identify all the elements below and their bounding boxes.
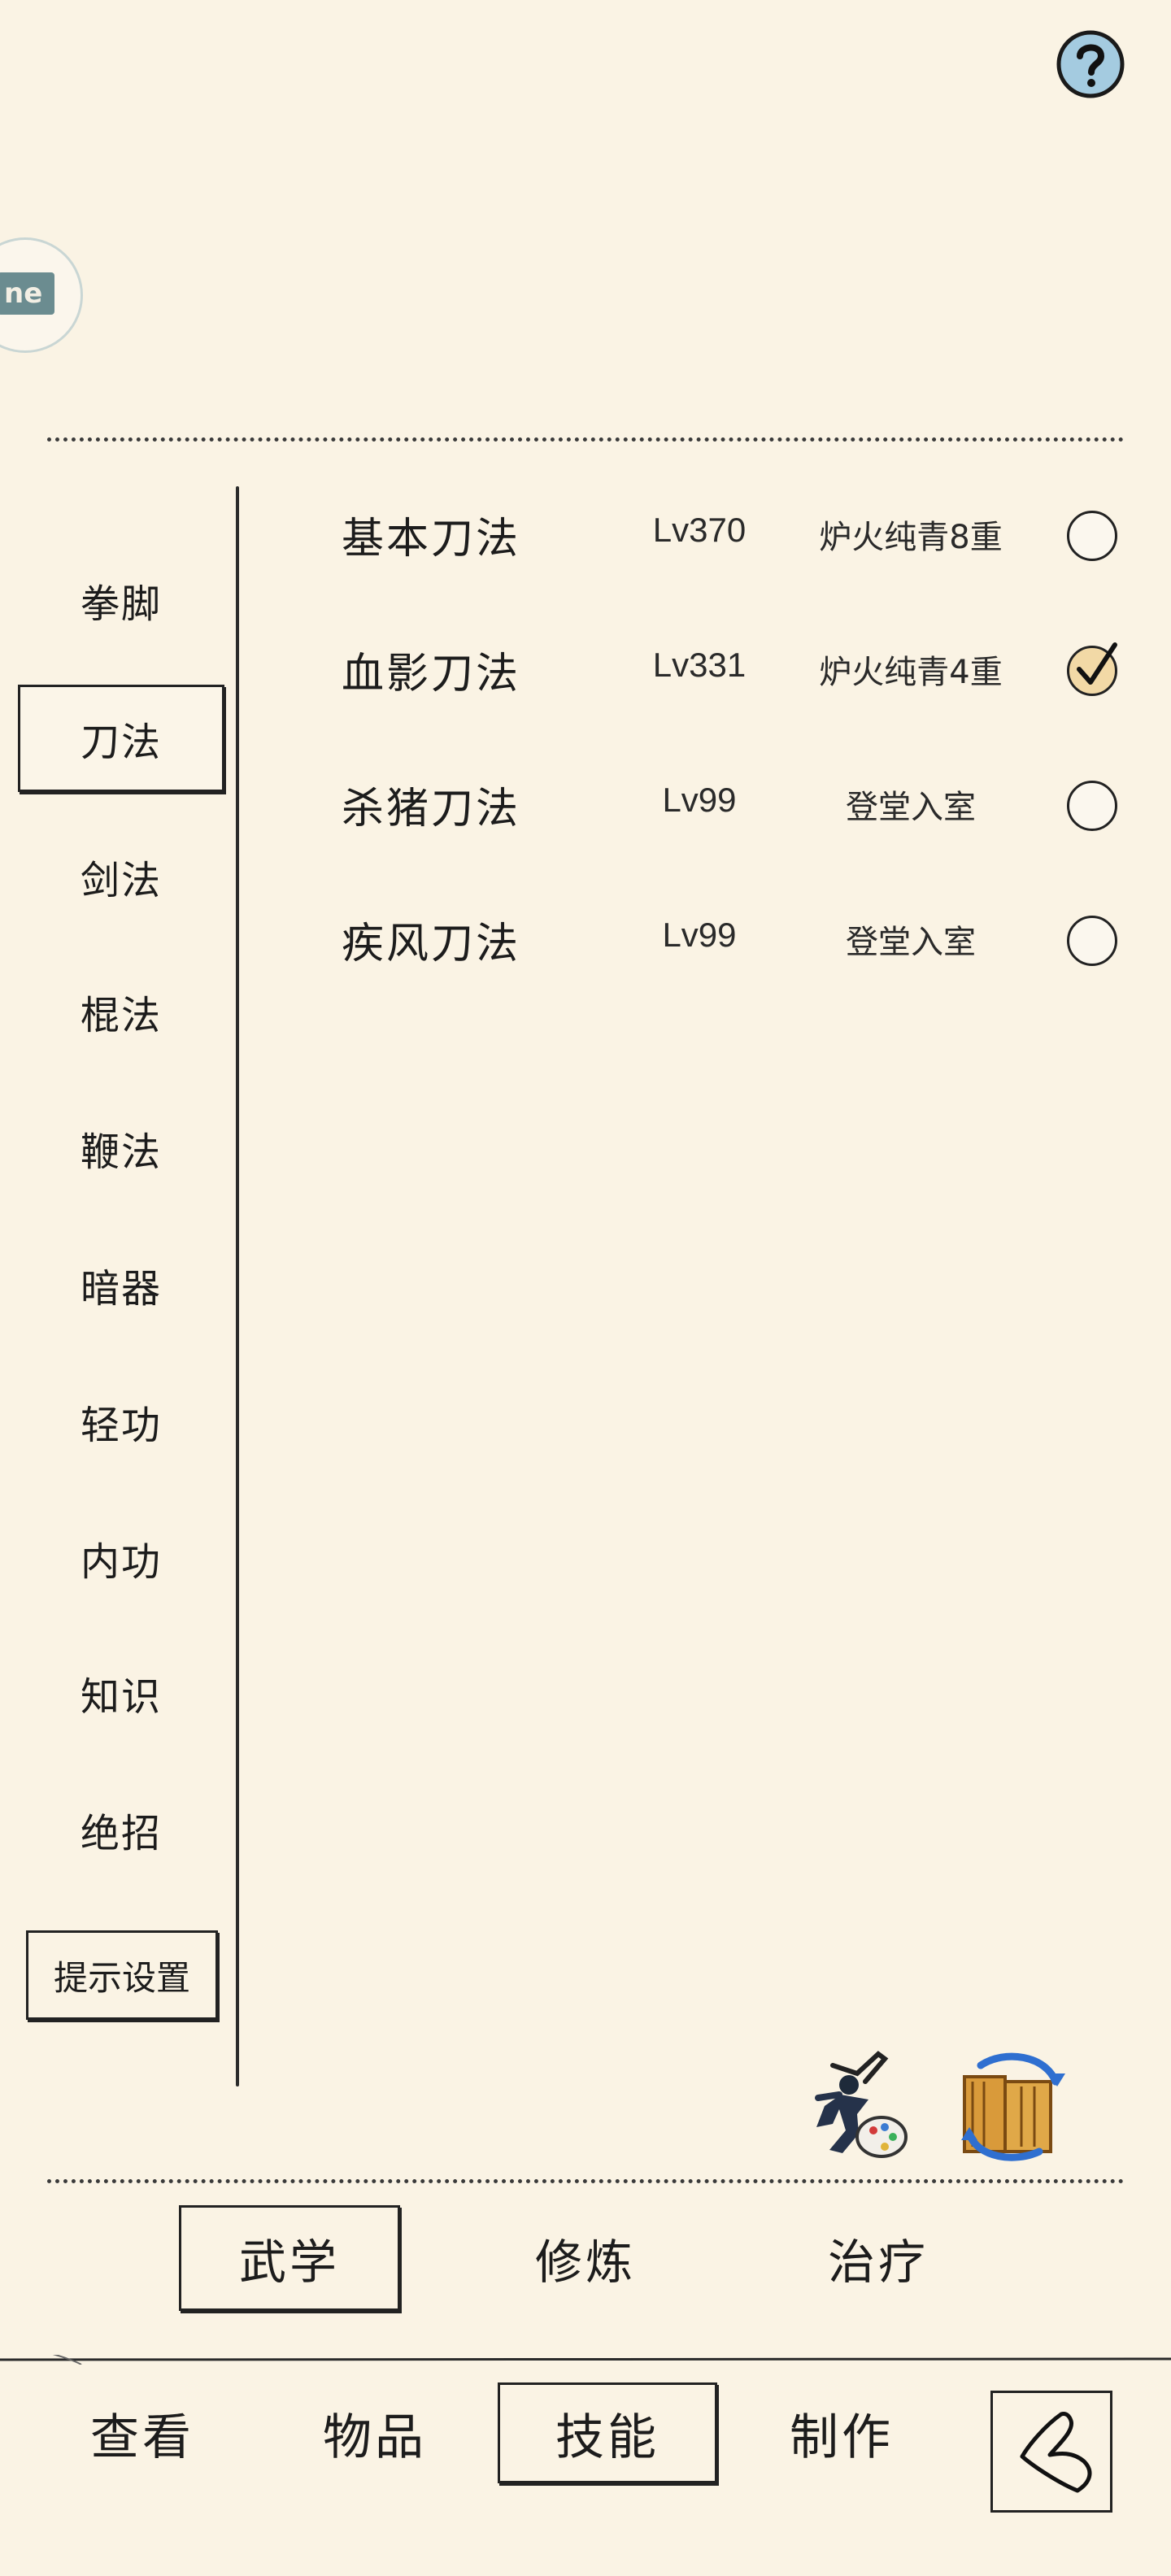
subtab-zhiliao[interactable]: 治疗 [773, 2205, 984, 2311]
skill-row[interactable]: 基本刀法 Lv370 炉火纯青8重 [0, 472, 1171, 602]
category-qinggong[interactable]: 轻功 [18, 1368, 224, 1475]
skill-rank: 登堂入室 [846, 924, 976, 961]
brush-divider [0, 2355, 1171, 2365]
nav-chakan[interactable]: 查看 [49, 2382, 236, 2483]
back-button[interactable] [990, 2391, 1112, 2513]
nav-zhizuo[interactable]: 制作 [748, 2382, 935, 2483]
skill-level: Lv99 [662, 781, 737, 819]
skill-row[interactable]: 疾风刀法 Lv99 登堂入室 [0, 877, 1171, 1007]
subtab-wuxue[interactable]: 武学 [179, 2205, 400, 2311]
category-neigong[interactable]: 内功 [18, 1504, 224, 1612]
category-bianfa[interactable]: 鞭法 [18, 1094, 224, 1202]
category-juezhao[interactable]: 绝招 [18, 1776, 224, 1883]
nav-wupin[interactable]: 物品 [281, 2382, 468, 2483]
skill-level: Lv370 [652, 511, 747, 549]
avatar[interactable]: ne [0, 237, 83, 353]
skill-row[interactable]: 血影刀法 Lv331 炉火纯青4重 [0, 607, 1171, 737]
martial-artist-palette-icon[interactable] [800, 2049, 914, 2163]
skill-select-radio[interactable] [1067, 511, 1117, 561]
skill-rank: 炉火纯青4重 [819, 654, 1003, 691]
category-anqi[interactable]: 暗器 [18, 1231, 224, 1338]
nav-jineng[interactable]: 技能 [498, 2382, 717, 2483]
divider-top [47, 437, 1124, 442]
skill-select-radio[interactable] [1067, 642, 1117, 696]
skill-select-radio[interactable] [1067, 781, 1117, 831]
scroll-swap-icon[interactable] [948, 2049, 1070, 2163]
back-arrow-icon [1020, 2412, 1092, 2493]
skill-select-radio[interactable] [1067, 916, 1117, 966]
subtab-xiulian[interactable]: 修炼 [480, 2205, 691, 2311]
skill-rank: 炉火纯青8重 [819, 519, 1003, 556]
divider-bottom [47, 2179, 1124, 2183]
skill-name: 杀猪刀法 [342, 785, 521, 833]
skill-name: 疾风刀法 [342, 920, 521, 968]
skill-level: Lv99 [662, 916, 737, 954]
skill-name: 血影刀法 [342, 650, 521, 698]
skill-row[interactable]: 杀猪刀法 Lv99 登堂入室 [0, 742, 1171, 872]
category-zhishi[interactable]: 知识 [18, 1639, 224, 1747]
avatar-mark: ne [0, 272, 54, 315]
skill-level: Lv331 [652, 646, 747, 684]
skill-name: 基本刀法 [342, 515, 521, 564]
skill-rank: 登堂入室 [846, 789, 976, 826]
help-icon[interactable] [1056, 29, 1125, 99]
tip-settings-button[interactable]: 提示设置 [26, 1930, 218, 2020]
checkmark-icon [1077, 642, 1117, 685]
